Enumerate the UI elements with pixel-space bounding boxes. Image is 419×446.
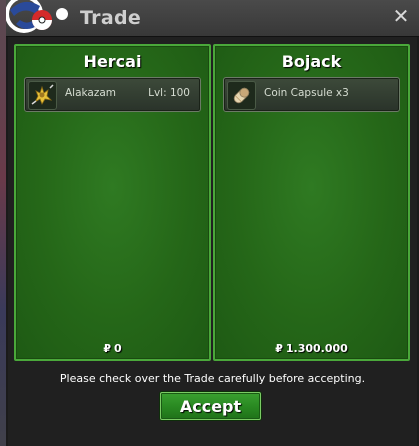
trade-panel-right: Bojack Coin Capsule x3 ₽1.300.000 xyxy=(213,44,410,361)
money-right: ₽1.300.000 xyxy=(215,342,408,355)
close-icon[interactable]: ✕ xyxy=(391,6,411,26)
money-left: ₽0 xyxy=(16,342,209,355)
item-level: Lvl: 100 xyxy=(148,87,190,99)
item-name: Coin Capsule x3 xyxy=(264,87,349,99)
trade-item-slot[interactable]: Coin Capsule x3 xyxy=(223,77,400,112)
accept-button[interactable]: Accept xyxy=(160,392,261,420)
money-value-right: 1.300.000 xyxy=(285,342,348,355)
trade-window: Trade ✕ Hercai Alakazam Lvl: 100 ₽0 Boja… xyxy=(6,0,419,446)
trade-notice: Please check over the Trade carefully be… xyxy=(59,372,366,385)
title-bar[interactable]: Trade ✕ xyxy=(6,0,419,37)
pokeball-logo-icon xyxy=(6,0,68,33)
trade-item-slot[interactable]: Alakazam Lvl: 100 xyxy=(24,77,201,112)
window-title: Trade xyxy=(80,7,142,29)
alakazam-sprite-icon xyxy=(28,81,57,110)
trade-content: Hercai Alakazam Lvl: 100 ₽0 Bojack Coin … xyxy=(8,37,417,446)
player-name-right: Bojack xyxy=(281,52,342,71)
pokedollar-icon: ₽ xyxy=(275,342,283,355)
trade-panel-left: Hercai Alakazam Lvl: 100 ₽0 xyxy=(14,44,211,361)
player-name-left: Hercai xyxy=(83,52,142,71)
item-name: Alakazam xyxy=(65,87,117,99)
pokedollar-icon: ₽ xyxy=(103,342,111,355)
money-value-left: 0 xyxy=(114,342,122,355)
coin-capsule-icon xyxy=(227,81,256,110)
